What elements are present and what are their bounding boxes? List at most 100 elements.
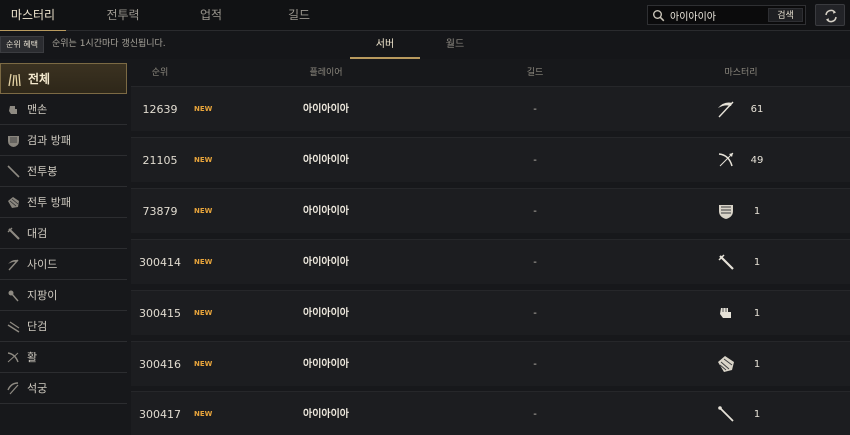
rank-value: 300415 <box>139 307 181 320</box>
rank-value: 300416 <box>139 358 181 371</box>
sidebar-item-greatsword[interactable]: 대검 <box>0 218 127 249</box>
fist-icon <box>6 102 21 117</box>
sidebar-item-label: 대검 <box>27 227 48 240</box>
bow-icon <box>716 150 736 170</box>
table-row[interactable]: 21105 NEW 아이아이아 - 49 <box>131 137 850 182</box>
rank-value: 73879 <box>142 205 178 218</box>
tab-server[interactable]: 서버 <box>350 31 420 59</box>
mastery-value: 61 <box>750 104 764 115</box>
sidebar-item-label: 전체 <box>28 72 51 86</box>
header-player: 플레이어 <box>309 68 343 78</box>
sidebar-item-label: 단검 <box>27 320 48 333</box>
sidebar-item-fist[interactable]: 맨손 <box>0 94 127 125</box>
greatsword-icon <box>716 252 736 272</box>
sidebar-item-all[interactable]: 전체 <box>0 63 127 94</box>
refresh-button[interactable] <box>815 4 845 26</box>
sidebar-item-scythe[interactable]: 사이드 <box>0 249 127 280</box>
table-row[interactable]: 300415 NEW 아이아이아 - 1 <box>131 290 850 335</box>
rank-value: 12639 <box>142 103 178 116</box>
new-badge: NEW <box>194 360 213 368</box>
tab-world[interactable]: 월드 <box>420 31 490 59</box>
header-rank: 순위 <box>151 68 169 78</box>
new-badge: NEW <box>194 156 213 164</box>
sidebar-item-label: 지팡이 <box>27 289 58 302</box>
top-nav: 마스터리 전투력 업적 길드 검색 <box>0 0 850 32</box>
battle-staff-icon <box>716 404 736 424</box>
sidebar-item-label: 맨손 <box>27 103 48 116</box>
rank-value: 300414 <box>139 256 181 269</box>
tab-combat-power[interactable]: 전투력 <box>90 0 156 31</box>
sidebar-item-dagger[interactable]: 단검 <box>0 311 127 342</box>
rank-benefit-button[interactable]: 순위 혜택 <box>0 36 44 53</box>
guild-value: - <box>533 206 537 217</box>
sidebar-item-sword-shield[interactable]: 검과 방패 <box>0 125 127 156</box>
header-mastery: 마스터리 <box>724 68 758 78</box>
new-badge: NEW <box>194 410 213 418</box>
mastery-value: 49 <box>750 155 764 166</box>
guild-value: - <box>533 155 537 166</box>
player-name[interactable]: 아이아이아 <box>273 87 379 132</box>
update-notice: 순위는 1시간마다 갱신됩니다. <box>52 39 166 49</box>
battle-shield-icon <box>716 354 736 374</box>
tab-mastery[interactable]: 마스터리 <box>0 0 66 32</box>
mastery-value: 1 <box>753 409 761 420</box>
sidebar-item-crossbow[interactable]: 석궁 <box>0 373 127 404</box>
sword-shield-icon <box>6 133 21 148</box>
sidebar-item-label: 석궁 <box>27 382 48 395</box>
player-name[interactable]: 아이아이아 <box>273 138 379 183</box>
table-row[interactable]: 73879 NEW 아이아이아 - 1 <box>131 188 850 233</box>
table-header: 순위 플레이어 길드 마스터리 <box>131 61 850 85</box>
mastery-value: 1 <box>753 206 761 217</box>
sidebar-item-bow[interactable]: 활 <box>0 342 127 373</box>
mastery-value: 1 <box>753 257 761 268</box>
player-name[interactable]: 아이아이아 <box>273 291 379 336</box>
refresh-icon <box>825 9 837 23</box>
sword-shield-icon <box>716 201 736 221</box>
wand-icon <box>6 288 21 303</box>
table-row[interactable]: 12639 NEW 아이아이아 - 61 <box>131 86 850 131</box>
table-row[interactable]: 300416 NEW 아이아이아 - 1 <box>131 341 850 386</box>
player-name[interactable]: 아이아이아 <box>273 240 379 285</box>
table-row[interactable]: 300417 NEW 아이아이아 - 1 <box>131 391 850 435</box>
crossbow-icon <box>6 381 21 396</box>
rank-value: 21105 <box>142 154 178 167</box>
bow-icon <box>6 350 21 365</box>
fist-icon <box>716 303 736 323</box>
greatsword-icon <box>6 226 21 241</box>
new-badge: NEW <box>194 309 213 317</box>
search-input[interactable] <box>670 7 766 23</box>
rank-value: 300417 <box>139 408 181 421</box>
sidebar-item-battle-shield[interactable]: 전투 방패 <box>0 187 127 218</box>
new-badge: NEW <box>194 258 213 266</box>
guild-value: - <box>533 409 537 420</box>
table-row[interactable]: 300414 NEW 아이아이아 - 1 <box>131 239 850 284</box>
search-button[interactable]: 검색 <box>768 8 803 22</box>
search-box: 검색 <box>647 5 806 25</box>
sidebar-item-label: 검과 방패 <box>27 134 71 147</box>
player-name[interactable]: 아이아이아 <box>273 392 379 435</box>
tab-guild[interactable]: 길드 <box>266 0 332 31</box>
scythe-icon <box>6 257 21 272</box>
sidebar-item-wand[interactable]: 지팡이 <box>0 280 127 311</box>
scythe-icon <box>716 99 736 119</box>
new-badge: NEW <box>194 207 213 215</box>
guild-value: - <box>533 257 537 268</box>
guild-value: - <box>533 104 537 115</box>
dagger-icon <box>6 319 21 334</box>
guild-value: - <box>533 359 537 370</box>
sidebar-item-label: 전투 방패 <box>27 196 71 209</box>
all-weapons-icon <box>7 72 22 87</box>
sidebar-item-label: 사이드 <box>27 258 58 271</box>
sidebar-item-battle-staff[interactable]: 전투봉 <box>0 156 127 187</box>
sidebar-item-label: 활 <box>27 351 38 364</box>
mastery-value: 1 <box>753 359 761 370</box>
mastery-value: 1 <box>753 308 761 319</box>
search-icon <box>652 9 665 22</box>
weapon-sidebar: 전체 맨손 검과 방패 전투봉 전투 방패 대검 사이드 지팡이 단검 활 석궁 <box>0 61 128 435</box>
player-name[interactable]: 아이아이아 <box>273 342 379 387</box>
battle-staff-icon <box>6 164 21 179</box>
player-name[interactable]: 아이아이아 <box>273 189 379 234</box>
tab-achievement[interactable]: 업적 <box>178 0 244 31</box>
new-badge: NEW <box>194 105 213 113</box>
guild-value: - <box>533 308 537 319</box>
